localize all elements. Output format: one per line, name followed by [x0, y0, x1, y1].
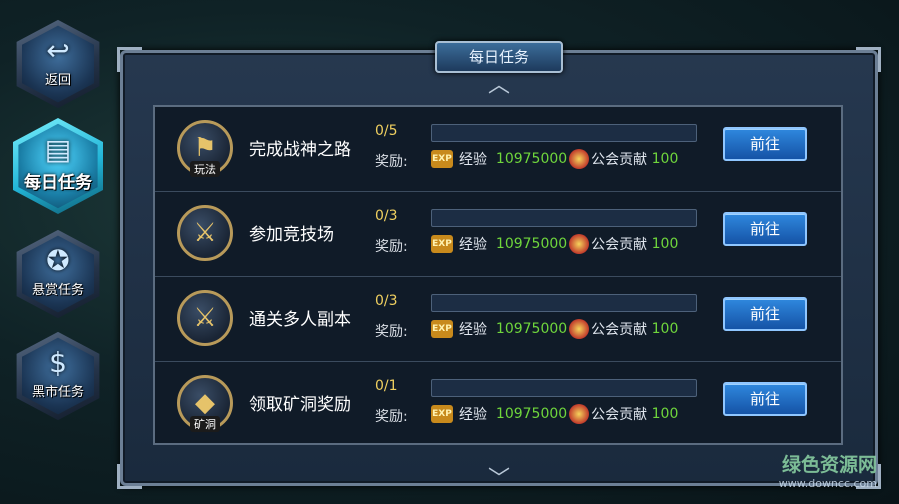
daily-tasks-panel: 每日任务 ︿ ﹀ ⚑ 玩法 完成战神之路 0/5 奖励: EXP 经验 10975… — [117, 41, 881, 491]
task-name: 参加竞技场 — [249, 225, 334, 245]
task-progress: 0/3 — [375, 293, 398, 309]
go-button[interactable]: 前往 — [723, 382, 807, 416]
nav-back-button[interactable]: ↩ 返回 — [12, 18, 104, 110]
guild-value: 100 — [651, 321, 679, 337]
task-row: ⚔ 参加竞技场 0/3 奖励: EXP 经验 10975000 公会贡献 100… — [155, 192, 841, 277]
reward-info: EXP 经验 10975000 公会贡献 100 — [431, 404, 679, 424]
flag-icon: ⚑ 玩法 — [177, 120, 233, 177]
task-progress: 0/1 — [375, 378, 398, 394]
scroll-icon: ▤ — [44, 133, 72, 166]
panel-title: 每日任务 — [435, 41, 563, 73]
nav-daily-tasks-tab[interactable]: ▤ 每日任务 — [8, 116, 108, 216]
guild-medal-icon — [569, 404, 590, 424]
exp-icon: EXP — [431, 320, 453, 338]
coin-icon: $ — [49, 346, 67, 379]
icon-tag: 矿洞 — [190, 416, 220, 432]
back-arrow-icon: ↩ — [46, 34, 70, 67]
progress-bar — [431, 124, 697, 142]
task-name: 完成战神之路 — [249, 140, 351, 160]
guild-value: 100 — [651, 151, 679, 167]
chevron-down-icon: ﹀ — [487, 467, 511, 492]
reward-info: EXP 经验 10975000 公会贡献 100 — [431, 319, 679, 339]
task-list: ⚑ 玩法 完成战神之路 0/5 奖励: EXP 经验 10975000 公会贡献 … — [153, 105, 843, 445]
guild-medal-icon — [569, 234, 590, 254]
bounty-badge-icon: ✪ — [46, 244, 70, 277]
progress-bar — [431, 294, 697, 312]
reward-info: EXP 经验 10975000 公会贡献 100 — [431, 149, 679, 169]
reward-info: EXP 经验 10975000 公会贡献 100 — [431, 234, 679, 254]
task-row: ◆ 矿洞 领取矿洞奖励 0/1 奖励: EXP 经验 10975000 公会贡献 … — [155, 362, 841, 446]
go-button[interactable]: 前往 — [723, 212, 807, 246]
watermark: 绿色资源网 www.downcc.com — [778, 454, 877, 490]
reward-label: 奖励: — [375, 154, 408, 170]
guild-medal-icon — [569, 149, 590, 169]
progress-bar — [431, 379, 697, 397]
exp-value: 10975000 — [495, 406, 568, 422]
exp-icon: EXP — [431, 405, 453, 423]
guild-medal-icon — [569, 319, 590, 339]
crystal-icon: ◆ 矿洞 — [177, 375, 233, 432]
exp-value: 10975000 — [495, 321, 568, 337]
progress-bar — [431, 209, 697, 227]
task-row: ⚔ 通关多人副本 0/3 奖励: EXP 经验 10975000 公会贡献 10… — [155, 277, 841, 362]
chevron-up-icon: ︿ — [487, 73, 511, 98]
task-progress: 0/3 — [375, 208, 398, 224]
guild-value: 100 — [651, 406, 679, 422]
guild-value: 100 — [651, 236, 679, 252]
exp-icon: EXP — [431, 150, 453, 168]
nav-black-market-tasks-tab[interactable]: $ 黑市任务 — [12, 330, 104, 422]
go-button[interactable]: 前往 — [723, 127, 807, 161]
nav-bounty-tasks-tab[interactable]: ✪ 悬赏任务 — [12, 228, 104, 320]
task-name: 领取矿洞奖励 — [249, 395, 351, 415]
reward-label: 奖励: — [375, 239, 408, 255]
task-row: ⚑ 玩法 完成战神之路 0/5 奖励: EXP 经验 10975000 公会贡献 … — [155, 107, 841, 192]
task-progress: 0/5 — [375, 123, 398, 139]
crossed-swords-icon: ⚔ — [177, 205, 233, 261]
exp-value: 10975000 — [495, 236, 568, 252]
crossed-swords-icon: ⚔ — [177, 290, 233, 346]
reward-label: 奖励: — [375, 409, 408, 425]
task-name: 通关多人副本 — [249, 310, 351, 330]
exp-value: 10975000 — [495, 151, 568, 167]
go-button[interactable]: 前往 — [723, 297, 807, 331]
exp-icon: EXP — [431, 235, 453, 253]
reward-label: 奖励: — [375, 324, 408, 340]
icon-tag: 玩法 — [190, 161, 220, 177]
